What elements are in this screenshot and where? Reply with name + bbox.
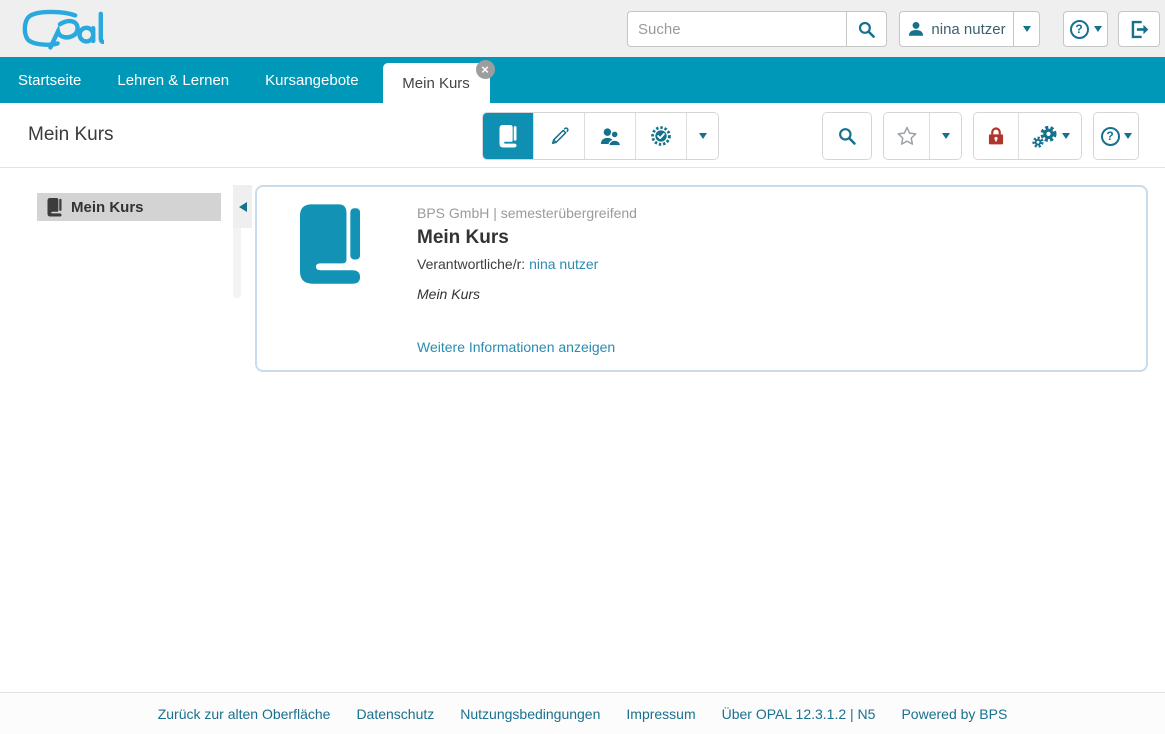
opal-logo[interactable]	[16, 6, 104, 52]
user-menu: nina nutzer	[899, 11, 1040, 47]
footer-link-nutzungsbedingungen[interactable]: Nutzungsbedingungen	[460, 706, 600, 722]
book-icon	[299, 204, 361, 286]
course-content-view-button[interactable]	[483, 113, 534, 159]
course-right-tools: ?	[822, 112, 1139, 160]
course-help-group: ?	[1093, 112, 1139, 160]
badge-check-icon	[650, 125, 672, 147]
active-tab-label: Mein Kurs	[402, 75, 470, 92]
footer-link-datenschutz[interactable]: Datenschutz	[356, 706, 434, 722]
gears-icon	[1031, 124, 1059, 149]
footer: Zurück zur alten Oberfläche Datenschutz …	[0, 692, 1165, 734]
settings-button[interactable]	[1019, 113, 1081, 159]
top-header: nina nutzer ?	[0, 0, 1165, 57]
close-tab-icon[interactable]: ×	[476, 60, 495, 79]
course-meta: BPS GmbH | semesterübergreifend	[417, 205, 1126, 221]
bookmark-group	[883, 112, 962, 160]
access-lock-button[interactable]	[974, 113, 1019, 159]
course-description: Mein Kurs	[417, 286, 1126, 302]
caret-down-icon	[699, 133, 707, 139]
footer-link-old-interface[interactable]: Zurück zur alten Oberfläche	[158, 706, 331, 722]
header-search	[627, 11, 887, 47]
course-members-button[interactable]	[585, 113, 636, 159]
more-information-link[interactable]: Weitere Informationen anzeigen	[417, 339, 615, 355]
access-settings-group	[973, 112, 1082, 160]
members-icon	[599, 126, 622, 147]
course-info-text: BPS GmbH | semesterübergreifend Mein Kur…	[417, 205, 1126, 302]
nav-tab-startseite[interactable]: Startseite	[0, 57, 99, 103]
footer-link-powered-by-bps[interactable]: Powered by BPS	[901, 706, 1007, 722]
lock-icon	[986, 126, 1006, 146]
search-button[interactable]	[846, 11, 887, 47]
course-search-group	[822, 112, 872, 160]
pencil-icon	[549, 126, 570, 147]
footer-link-ueber-opal[interactable]: Über OPAL 12.3.1.2 | N5	[722, 706, 876, 722]
logout-icon	[1129, 19, 1150, 40]
course-view-group	[482, 112, 719, 160]
collapse-left-icon	[239, 202, 247, 212]
nav-tab-mein-kurs-active[interactable]: Mein Kurs ×	[383, 63, 490, 103]
course-search-button[interactable]	[823, 113, 871, 159]
course-toolbar: Mein Kurs	[0, 103, 1165, 168]
course-assessment-button[interactable]	[636, 113, 687, 159]
sidebar-collapse-button[interactable]	[233, 185, 252, 228]
book-icon	[499, 125, 517, 148]
search-input[interactable]	[627, 11, 846, 47]
course-help-button[interactable]: ?	[1094, 113, 1138, 159]
user-icon	[907, 20, 925, 38]
main-nav: Startseite Lehren & Lernen Kursangebote …	[0, 57, 1165, 103]
course-info-card: BPS GmbH | semesterübergreifend Mein Kur…	[255, 185, 1148, 372]
help-icon: ?	[1101, 127, 1120, 146]
caret-down-icon	[1062, 133, 1070, 139]
course-responsible: Verantwortliche/r: nina nutzer	[417, 256, 1126, 272]
opal-logo-icon	[16, 6, 104, 52]
nav-tab-lehren-lernen[interactable]: Lehren & Lernen	[99, 57, 247, 103]
help-icon: ?	[1070, 20, 1089, 39]
caret-down-icon	[942, 133, 950, 139]
nav-tab-kursangebote[interactable]: Kursangebote	[247, 57, 376, 103]
user-menu-button[interactable]: nina nutzer	[899, 11, 1014, 47]
user-name: nina nutzer	[931, 21, 1005, 38]
course-views-more-button[interactable]	[687, 113, 718, 159]
book-icon	[47, 198, 62, 217]
page-title: Mein Kurs	[28, 124, 114, 146]
opal-app: nina nutzer ? Startseite Lehren & Lernen…	[0, 0, 1165, 734]
content-area: Mein Kurs BPS GmbH | semesterübergreifen…	[0, 168, 1165, 692]
user-menu-caret-button[interactable]	[1014, 11, 1040, 47]
sidebar-divider	[233, 228, 241, 298]
caret-down-icon	[1094, 26, 1102, 32]
logout-button[interactable]	[1118, 11, 1160, 47]
bookmark-button[interactable]	[884, 113, 930, 159]
search-icon	[857, 20, 876, 39]
sidebar-item-label: Mein Kurs	[71, 199, 144, 216]
search-icon	[837, 126, 857, 146]
responsible-label: Verantwortliche/r:	[417, 256, 529, 272]
caret-down-icon	[1023, 26, 1031, 32]
responsible-user-link[interactable]: nina nutzer	[529, 256, 598, 272]
help-menu-button[interactable]: ?	[1063, 11, 1108, 47]
caret-down-icon	[1124, 133, 1132, 139]
bookmark-more-button[interactable]	[930, 113, 961, 159]
star-icon	[896, 125, 918, 147]
course-title: Mein Kurs	[417, 227, 1126, 249]
course-edit-button[interactable]	[534, 113, 585, 159]
footer-link-impressum[interactable]: Impressum	[626, 706, 695, 722]
sidebar-item-mein-kurs[interactable]: Mein Kurs	[37, 193, 221, 221]
